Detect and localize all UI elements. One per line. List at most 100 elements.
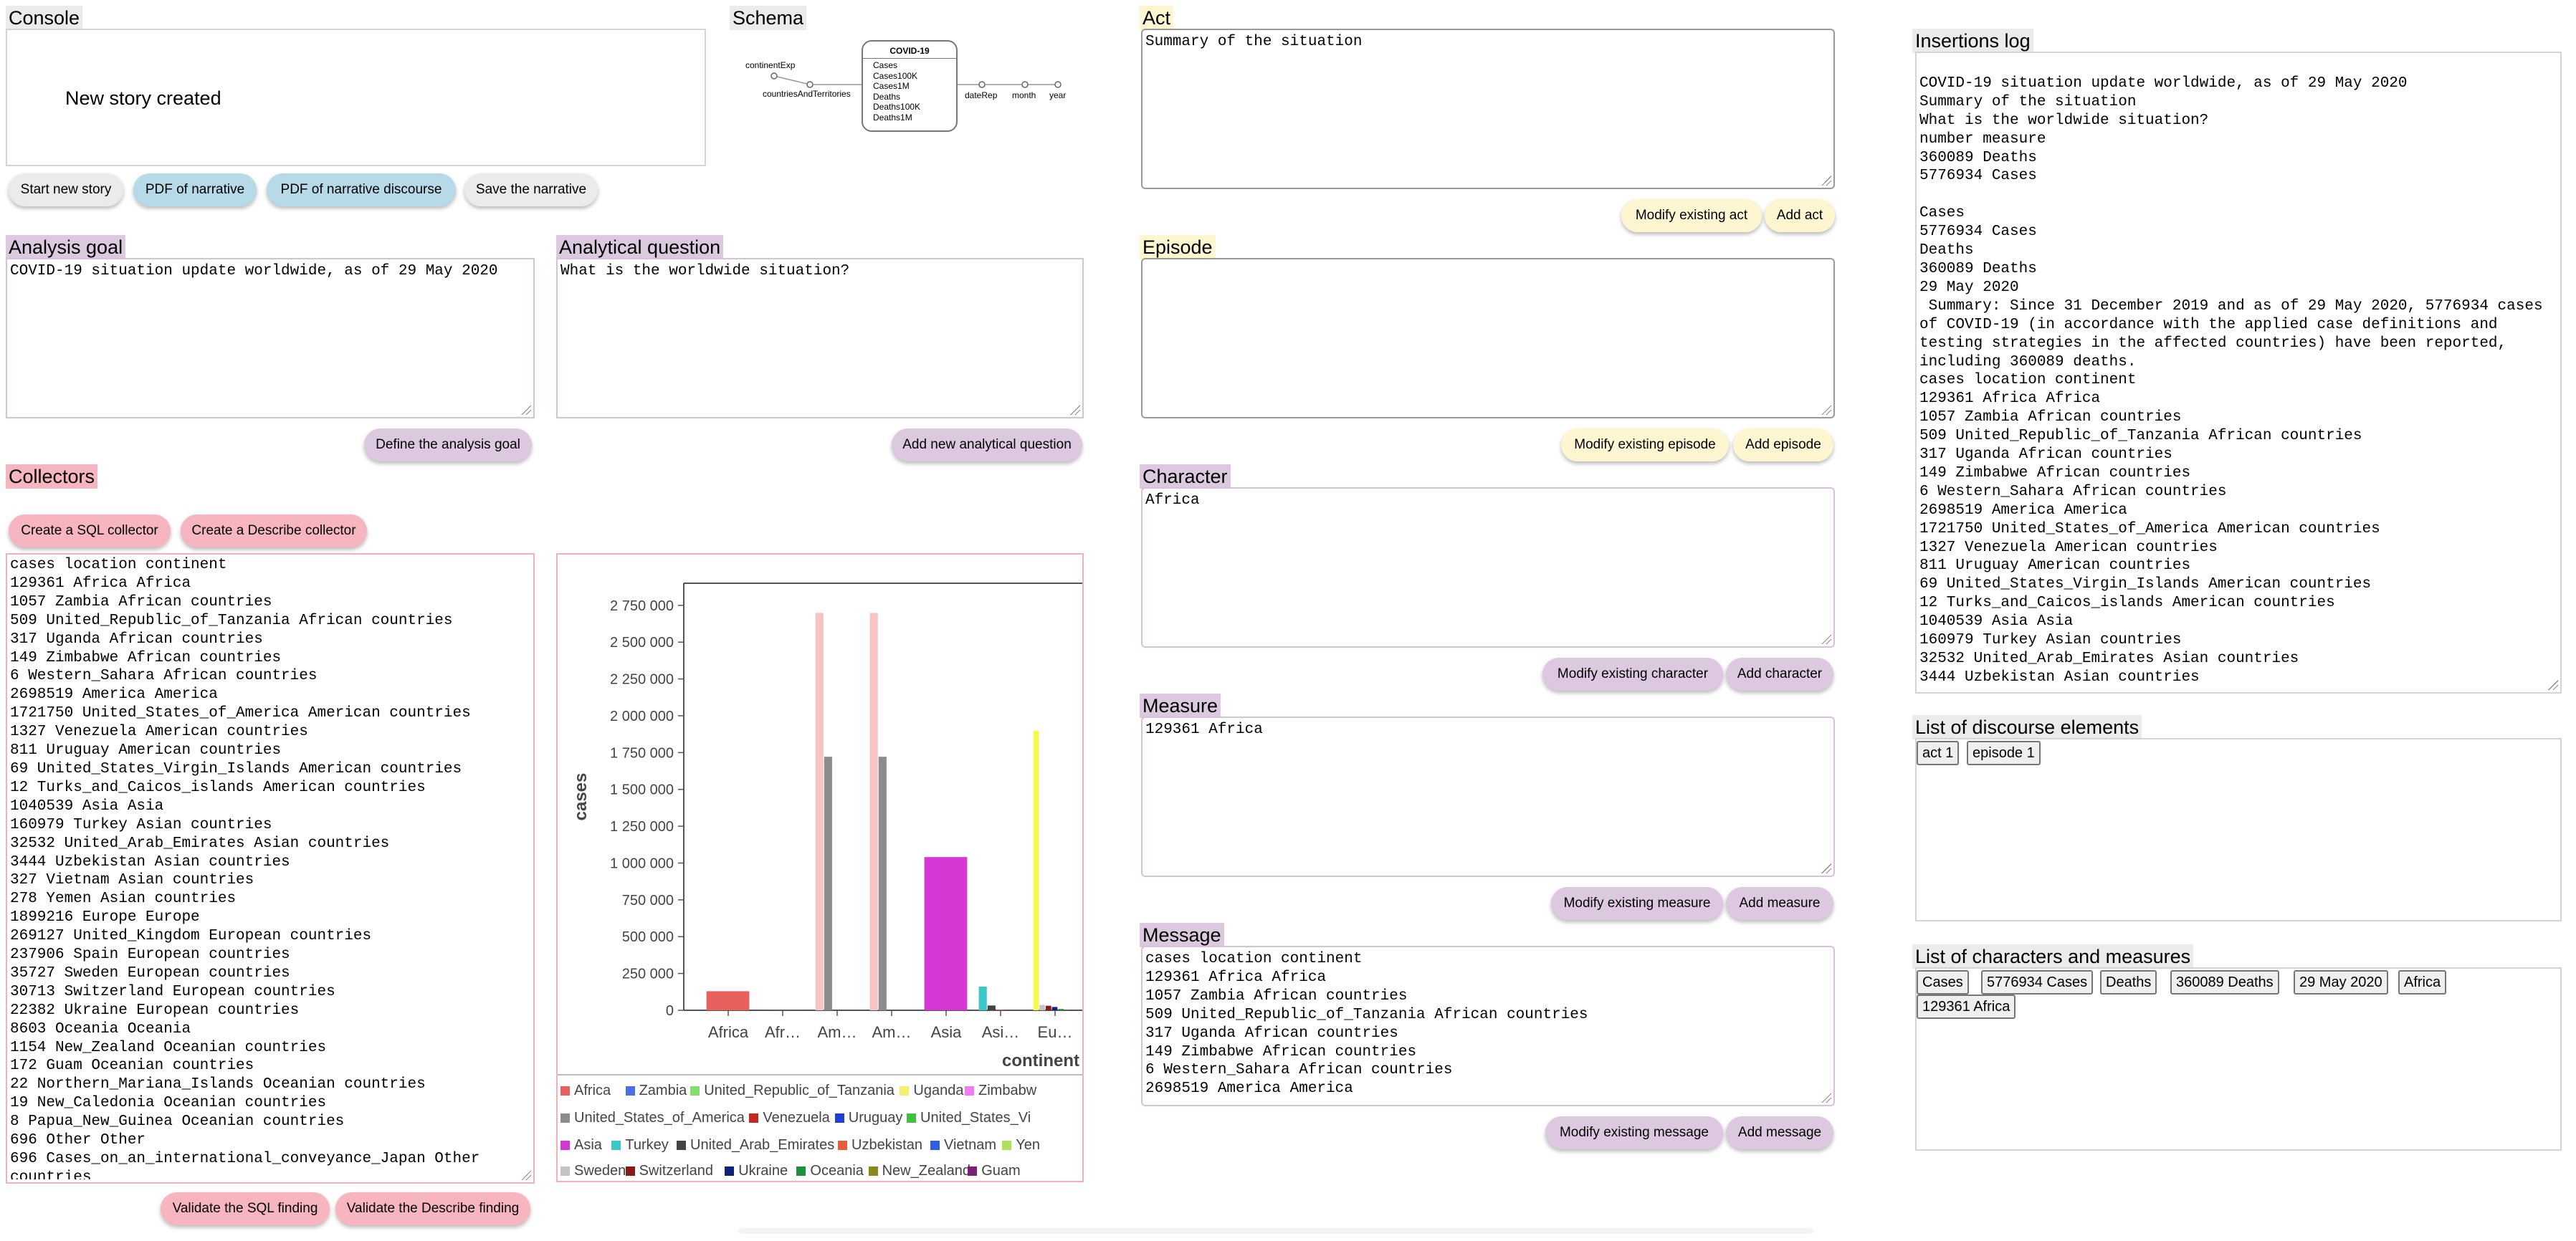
bar (706, 991, 750, 1010)
schema-measure: Cases1M (873, 81, 910, 91)
add-act-button[interactable]: Add act (1765, 199, 1835, 232)
pdf-narrative-button[interactable]: PDF of narrative (133, 173, 257, 206)
measure-textarea[interactable]: 129361 Africa (1141, 717, 1835, 877)
character-textarea[interactable]: Africa (1141, 487, 1835, 648)
legend-swatch (611, 1141, 621, 1150)
message-textarea[interactable]: cases location continent 129361 Africa Af… (1141, 946, 1835, 1106)
legend-item[interactable]: United_Arab_Emirates (677, 1136, 834, 1154)
bar (1039, 1005, 1045, 1010)
legend-swatch (690, 1086, 700, 1096)
legend-swatch (625, 1166, 635, 1176)
resize-handle-icon[interactable] (1070, 405, 1080, 415)
resize-handle-icon[interactable] (521, 405, 531, 415)
character-measure-chip[interactable]: 360089 Deaths (2170, 970, 2279, 995)
legend-item[interactable]: Vietnam (930, 1136, 996, 1154)
legend-item[interactable]: Ukraine (725, 1162, 788, 1179)
analytical-question-value: What is the worldwide situation? (560, 263, 850, 279)
legend-item[interactable]: Guam (968, 1162, 1021, 1179)
modify-message-button[interactable]: Modify existing message (1545, 1116, 1723, 1149)
legend-item[interactable]: Turkey (611, 1136, 669, 1154)
insertions-log-textarea[interactable]: COVID-19 situation update worldwide, as … (1915, 52, 2562, 694)
legend-label: Oceania (810, 1163, 864, 1179)
validate-sql-finding-button[interactable]: Validate the SQL finding (161, 1192, 330, 1225)
validate-describe-finding-button[interactable]: Validate the Describe finding (335, 1192, 530, 1225)
character-measure-chip[interactable]: Africa (2398, 970, 2447, 995)
save-narrative-button[interactable]: Save the narrative (464, 173, 598, 206)
result-line: countries (10, 1169, 92, 1179)
legend-label: Turkey (625, 1137, 669, 1153)
legend-item[interactable]: Venezuela (749, 1109, 830, 1126)
result-line: 69 United_States_Virgin_Islands American… (10, 760, 462, 777)
resize-handle-icon[interactable] (2548, 680, 2558, 690)
modify-measure-button[interactable]: Modify existing measure (1551, 887, 1723, 920)
pdf-discourse-button[interactable]: PDF of narrative discourse (267, 173, 456, 206)
add-character-button[interactable]: Add character (1726, 658, 1833, 691)
legend-item[interactable]: Africa (560, 1082, 611, 1099)
legend-item[interactable]: United_States_Vi (907, 1109, 1031, 1126)
y-tick-label: 250 000 (622, 967, 674, 982)
character-measure-chip[interactable]: Deaths (2100, 970, 2157, 995)
legend-divider (558, 1074, 1082, 1075)
create-describe-collector-button[interactable]: Create a Describe collector (181, 514, 367, 547)
legend-item[interactable]: Zambia (625, 1082, 687, 1099)
add-analytical-question-button[interactable]: Add new analytical question (892, 428, 1082, 461)
schema-title: Schema (730, 6, 807, 30)
define-analysis-goal-button[interactable]: Define the analysis goal (364, 428, 532, 461)
legend-label: Uruguay (848, 1110, 903, 1126)
resize-handle-icon[interactable] (1821, 634, 1831, 644)
legend-item[interactable]: Asia (560, 1136, 602, 1154)
legend-item[interactable]: Sweden (560, 1162, 626, 1179)
result-line: 149 Zimbabwe African countries (10, 649, 282, 666)
resize-handle-icon[interactable] (1821, 863, 1831, 873)
modify-act-button[interactable]: Modify existing act (1621, 199, 1762, 232)
modify-character-button[interactable]: Modify existing character (1542, 658, 1723, 691)
legend-label: Yen (1016, 1137, 1040, 1153)
result-line: 327 Vietnam Asian countries (10, 872, 254, 889)
legend-item[interactable]: Oceania (796, 1162, 864, 1179)
resize-handle-icon[interactable] (521, 1170, 531, 1180)
add-message-button[interactable]: Add message (1726, 1116, 1833, 1149)
start-new-story-button[interactable]: Start new story (9, 173, 123, 206)
result-line: 30713 Switzerland European countries (10, 983, 335, 1000)
chart-panel: 0 250 000 500 000 750 000 1 000 000 1 250 000… (556, 553, 1084, 1182)
character-measure-chip[interactable]: 5776934 Cases (1981, 970, 2094, 995)
discourse-elements-title: List of discourse elements (1912, 715, 2142, 739)
episode-textarea[interactable] (1141, 258, 1835, 418)
y-tick-label: 1 500 000 (610, 782, 674, 798)
resize-handle-icon[interactable] (1821, 405, 1831, 415)
add-episode-button[interactable]: Add episode (1733, 428, 1833, 461)
modify-episode-button[interactable]: Modify existing episode (1561, 428, 1729, 461)
bar (824, 757, 832, 1010)
character-measure-chip[interactable]: 29 May 2020 (2294, 970, 2388, 995)
legend-label: Asia (574, 1137, 602, 1153)
add-measure-button[interactable]: Add measure (1726, 887, 1833, 920)
result-line: 1057 Zambia African countries (10, 593, 272, 610)
character-measure-chip[interactable]: Cases (1917, 970, 1969, 995)
character-measure-chip[interactable]: 129361 Africa (1917, 995, 2016, 1019)
legend-item[interactable]: Switzerland (625, 1162, 713, 1179)
analytical-question-title: Analytical question (556, 235, 724, 259)
create-sql-collector-button[interactable]: Create a SQL collector (9, 514, 171, 547)
y-tick-label: 2 000 000 (610, 709, 674, 724)
message-line: 6 Western_Sahara African countries (1145, 1062, 1453, 1079)
legend-item[interactable]: Uzbekistan (838, 1136, 922, 1154)
discourse-element-chip[interactable]: episode 1 (1967, 741, 2041, 765)
resize-handle-icon[interactable] (1821, 176, 1831, 186)
legend-item[interactable]: Yen (1002, 1136, 1040, 1154)
schema-node-countries: countriesAndTerritories (763, 89, 851, 99)
legend-item[interactable]: United_States_of_America (560, 1109, 745, 1126)
legend-item[interactable]: United_Republic_of_Tanzania (690, 1082, 895, 1099)
legend-item[interactable]: Zimbabw (965, 1082, 1036, 1099)
analytical-question-textarea[interactable]: What is the worldwide situation? (556, 258, 1084, 418)
discourse-element-chip[interactable]: act 1 (1917, 741, 1960, 765)
legend-item[interactable]: Uganda (900, 1082, 963, 1099)
bar (878, 757, 887, 1010)
legend-item[interactable]: Uruguay (834, 1109, 903, 1126)
horizontal-scrollbar[interactable] (738, 1228, 1813, 1234)
collector-result-panel[interactable]: cases location continent 129361 Africa Af… (6, 553, 535, 1184)
analysis-goal-textarea[interactable]: COVID-19 situation update worldwide, as … (6, 258, 535, 418)
legend-item[interactable]: New_Zealand (868, 1162, 970, 1179)
result-line: 160979 Turkey Asian countries (10, 816, 272, 833)
act-textarea[interactable]: Summary of the situation (1141, 29, 1835, 189)
resize-handle-icon[interactable] (1821, 1093, 1831, 1103)
